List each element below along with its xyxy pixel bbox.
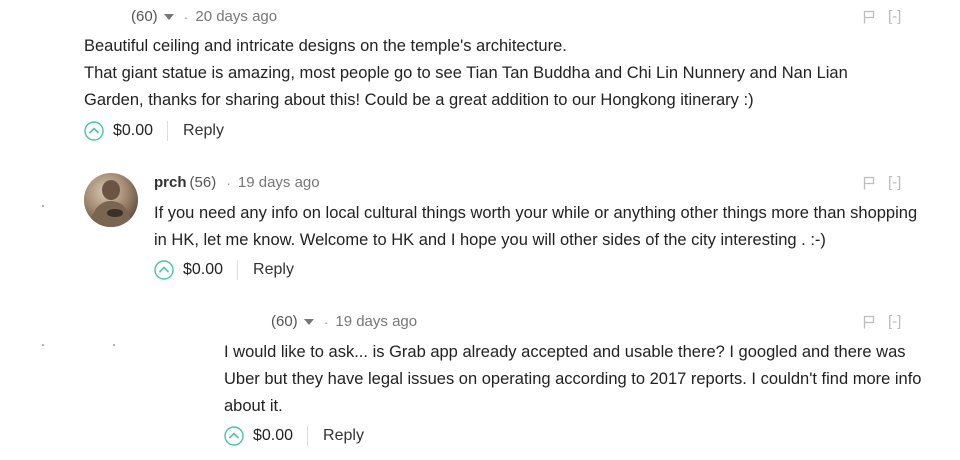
meta-separator: ·	[226, 174, 231, 191]
thread-dot	[113, 344, 115, 346]
reply-button[interactable]: Reply	[183, 122, 224, 140]
caret-down-icon[interactable]	[303, 318, 314, 325]
author-name[interactable]: prch	[154, 174, 187, 191]
meta-separator: ·	[183, 8, 189, 25]
comment-paragraph: I would like to ask... is Grab app alrea…	[224, 343, 922, 415]
comment-timestamp[interactable]: 19 days ago	[238, 174, 320, 191]
comment-header: (60) · 19 days ago	[271, 313, 417, 330]
comment-body: I would like to ask... is Grab app alrea…	[224, 339, 924, 420]
reply-button[interactable]: Reply	[253, 261, 294, 279]
payout-value[interactable]: $0.00	[183, 261, 223, 279]
avatar[interactable]	[84, 173, 138, 227]
thread-dot	[42, 205, 44, 207]
divider	[167, 121, 169, 141]
chevron-up-circle-icon[interactable]	[154, 260, 174, 280]
collapse-toggle[interactable]: [-]	[888, 313, 901, 330]
flag-icon[interactable]	[863, 10, 875, 24]
comment-actions: $0.00 Reply	[224, 426, 364, 446]
comment-paragraph: That giant statue is amazing, most peopl…	[84, 64, 848, 109]
comment-timestamp[interactable]: 20 days ago	[195, 8, 277, 25]
chevron-up-circle-icon[interactable]	[224, 426, 244, 446]
comment-body: Beautiful ceiling and intricate designs …	[84, 33, 884, 114]
comment-header: (60) · 20 days ago	[131, 8, 277, 25]
collapse-toggle[interactable]: [-]	[888, 8, 901, 25]
comment-tools: [-]	[863, 313, 901, 330]
collapse-toggle[interactable]: [-]	[888, 174, 901, 191]
author-reputation: (56)	[189, 174, 217, 191]
comment-actions: $0.00 Reply	[84, 121, 224, 141]
avatar-image	[90, 180, 132, 227]
caret-down-icon[interactable]	[163, 13, 174, 20]
comment-tools: [-]	[863, 174, 901, 191]
flag-icon[interactable]	[863, 315, 875, 329]
comment-timestamp[interactable]: 19 days ago	[335, 313, 417, 330]
divider	[307, 426, 309, 446]
payout-value[interactable]: $0.00	[113, 122, 153, 140]
comment-header: prch (56) · 19 days ago	[154, 174, 320, 191]
comment-paragraph: If you need any info on local cultural t…	[154, 204, 918, 249]
chevron-up-circle-icon[interactable]	[84, 121, 104, 141]
reply-button[interactable]: Reply	[323, 427, 364, 445]
comment-body: If you need any info on local cultural t…	[154, 200, 924, 254]
comment-paragraph: Beautiful ceiling and intricate designs …	[84, 37, 567, 55]
meta-separator: ·	[323, 313, 329, 330]
comment-actions: $0.00 Reply	[154, 260, 294, 280]
author-reputation: (60)	[271, 313, 298, 330]
thread-dot	[42, 344, 44, 346]
comment-tools: [-]	[863, 8, 901, 25]
flag-icon[interactable]	[863, 176, 875, 190]
payout-value[interactable]: $0.00	[253, 427, 293, 445]
author-reputation: (60)	[131, 8, 158, 25]
divider	[237, 260, 239, 280]
